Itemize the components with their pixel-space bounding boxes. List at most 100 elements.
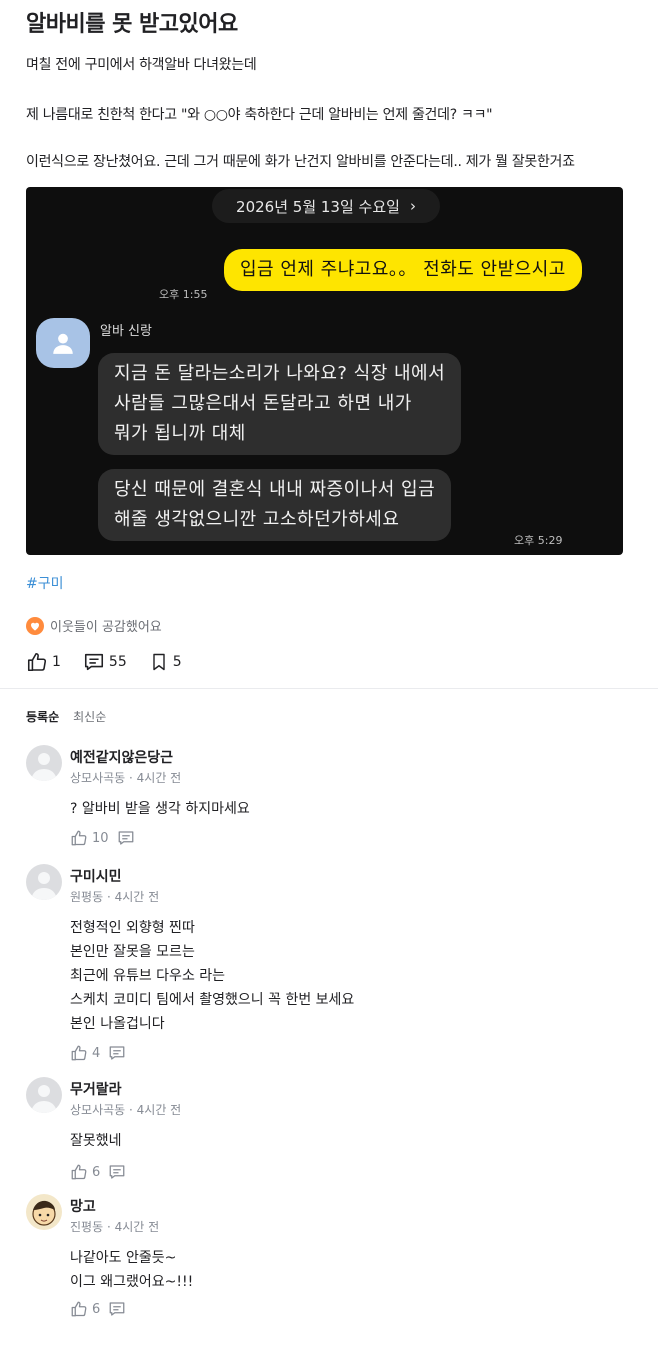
thumbs-up-icon <box>27 652 47 672</box>
person-icon <box>31 1085 57 1113</box>
avatar[interactable] <box>26 745 62 781</box>
comment-actions: 4 <box>70 1044 126 1062</box>
chat-date: 2026년 5월 13일 수요일 <box>236 197 400 216</box>
comment-location: 상모사곡동 <box>70 1103 126 1117</box>
comment-meta: 상모사곡동 · 4시간 전 <box>70 769 181 786</box>
my-message-time: 오후 1:55 <box>159 288 208 301</box>
comment-sort-tabs: 등록순 최신순 <box>26 708 106 725</box>
reply-2-line: 당신 때문에 결혼식 내내 짜증이나서 입금 <box>114 479 436 500</box>
thumbs-up-icon[interactable] <box>70 1300 88 1318</box>
comment-actions: 6 <box>70 1163 126 1181</box>
meta-separator: · <box>103 890 115 904</box>
comment-body: 잘못했네 <box>70 1129 122 1153</box>
comment-like-count: 10 <box>92 830 109 846</box>
reply-icon[interactable] <box>108 1163 126 1181</box>
empathy-text: 이웃들이 공감했어요 <box>50 620 162 635</box>
sender-name: 알바 신랑 <box>100 324 152 339</box>
comment-icon <box>84 653 103 671</box>
reply-1-line: 사람들 그많은대서 돈달라고 하면 내가 <box>114 393 412 414</box>
sort-latest-tab[interactable]: 최신순 <box>73 708 106 725</box>
person-icon <box>31 872 57 900</box>
empathy-row[interactable]: 이웃들이 공감했어요 <box>26 616 162 635</box>
thumbs-up-icon[interactable] <box>70 1163 88 1181</box>
comment-line: 본인 나올겁니다 <box>70 1016 165 1032</box>
comment-meta: 진평동 · 4시간 전 <box>70 1218 159 1235</box>
comment-body: ? 알바비 받을 생각 하지마세요 <box>70 797 250 821</box>
reply-icon[interactable] <box>117 829 135 847</box>
comment-line: 최근에 유튜브 다우소 라는 <box>70 968 226 984</box>
comment-line: 스케치 코미디 팀에서 촬영했으니 꼭 한번 보세요 <box>70 992 355 1008</box>
meta-separator: · <box>103 1220 115 1234</box>
comment-item: 무거랄라 상모사곡동 · 4시간 전 잘못했네 6 <box>26 1077 636 1187</box>
reply-bubble-2: 당신 때문에 결혼식 내내 짜증이나서 입금 해줄 생각없으니깐 고소하던가하세… <box>98 469 452 541</box>
comment-line: 이그 왜그랬어요~!!! <box>70 1274 194 1290</box>
post-paragraph-2: 제 나름대로 친한척 한다고 "와 ○○야 축하한다 근데 알바비는 언제 줄건… <box>26 107 493 123</box>
comment-line: 본인만 잘못을 모르는 <box>70 944 195 960</box>
my-message-bubble: 입금 언제 주냐고요。。 전화도 안받으시고 <box>224 249 582 291</box>
post-paragraph-3: 이런식으로 장난쳤어요. 근데 그거 때문에 화가 난건지 알바비를 안준다는데… <box>26 154 575 170</box>
comment-button[interactable]: 55 <box>83 651 127 673</box>
avatar[interactable] <box>26 1077 62 1113</box>
avatar[interactable] <box>26 1194 62 1230</box>
bookmark-count: 5 <box>172 654 182 670</box>
meta-separator: · <box>125 1103 137 1117</box>
person-icon <box>31 753 57 781</box>
comment-location: 진평동 <box>70 1220 104 1234</box>
section-divider <box>0 688 658 689</box>
meta-separator: · <box>125 771 137 785</box>
bookmark-icon <box>153 653 165 671</box>
comment-author[interactable]: 무거랄라 <box>70 1079 122 1099</box>
comment-actions: 10 <box>70 829 135 847</box>
comment-time: 4시간 전 <box>136 771 182 785</box>
reply-time: 오후 5:29 <box>514 534 563 547</box>
comment-line: ? 알바비 받을 생각 하지마세요 <box>70 801 250 817</box>
reply-icon[interactable] <box>108 1300 126 1318</box>
reply-1-line: 뭐가 됩니까 대체 <box>114 423 246 444</box>
reply-icon[interactable] <box>108 1044 126 1062</box>
hashtag-link[interactable]: #구미 <box>26 573 64 593</box>
like-button[interactable]: 1 <box>26 651 61 673</box>
comment-item: 망고 진평동 · 4시간 전 나같아도 안줄듯~ 이그 왜그랬어요~!!! 6 <box>26 1194 636 1334</box>
sort-registered-tab[interactable]: 등록순 <box>26 708 59 725</box>
comment-item: 예전같지않은당근 상모사곡동 · 4시간 전 ? 알바비 받을 생각 하지마세요… <box>26 745 636 855</box>
comment-like-count: 6 <box>92 1164 101 1180</box>
reply-2-line: 해줄 생각없으니깐 고소하던가하세요 <box>114 509 400 530</box>
chat-screenshot[interactable]: 2026년 5월 13일 수요일 › 오후 1:55 입금 언제 주냐고요。。 … <box>26 187 623 555</box>
comment-body: 전형적인 외향형 찐따 본인만 잘못을 모르는 최근에 유튜브 다우소 라는 스… <box>70 916 354 1036</box>
avatar[interactable] <box>26 864 62 900</box>
comment-item: 구미시민 원평동 · 4시간 전 전형적인 외향형 찐따 본인만 잘못을 모르는… <box>26 864 636 1070</box>
post-title: 알바비를 못 받고있어요 <box>26 12 238 37</box>
comment-like-count: 6 <box>92 1301 101 1317</box>
comment-location: 원평동 <box>70 890 104 904</box>
comment-time: 4시간 전 <box>136 1103 182 1117</box>
comment-author[interactable]: 망고 <box>70 1196 96 1216</box>
comment-author[interactable]: 구미시민 <box>70 866 122 886</box>
comment-actions: 6 <box>70 1300 126 1318</box>
sender-avatar <box>36 318 90 368</box>
thumbs-up-icon[interactable] <box>70 1044 88 1062</box>
comment-meta: 상모사곡동 · 4시간 전 <box>70 1101 181 1118</box>
comment-count: 55 <box>108 654 127 670</box>
comment-time: 4시간 전 <box>114 890 160 904</box>
comment-location: 상모사곡동 <box>70 771 126 785</box>
reply-bubble-1: 지금 돈 달라는소리가 나와요? 식장 내에서 사람들 그많은대서 돈달라고 하… <box>98 353 462 455</box>
chevron-right-icon: › <box>409 197 416 215</box>
comment-body: 나같아도 안줄듯~ 이그 왜그랬어요~!!! <box>70 1246 193 1294</box>
post-actions: 1 55 5 <box>26 651 204 673</box>
comment-line: 나같아도 안줄듯~ <box>70 1250 177 1266</box>
comment-time: 4시간 전 <box>114 1220 160 1234</box>
comment-meta: 원평동 · 4시간 전 <box>70 888 159 905</box>
like-count: 1 <box>52 654 61 670</box>
heart-icon <box>26 616 44 635</box>
person-icon <box>53 333 73 354</box>
reply-1-line: 지금 돈 달라는소리가 나와요? 식장 내에서 <box>114 363 446 384</box>
cartoon-avatar-icon <box>32 1200 56 1226</box>
chat-date-pill: 2026년 5월 13일 수요일 › <box>212 189 440 223</box>
comment-line: 잘못했네 <box>70 1133 122 1149</box>
bookmark-button[interactable]: 5 <box>149 651 182 673</box>
thumbs-up-icon[interactable] <box>70 829 88 847</box>
post-paragraph-1: 며칠 전에 구미에서 하객알바 다녀왔는데 <box>26 57 257 73</box>
comment-line: 전형적인 외향형 찐따 <box>70 920 195 936</box>
comment-like-count: 4 <box>92 1045 101 1061</box>
comment-author[interactable]: 예전같지않은당근 <box>70 747 173 767</box>
